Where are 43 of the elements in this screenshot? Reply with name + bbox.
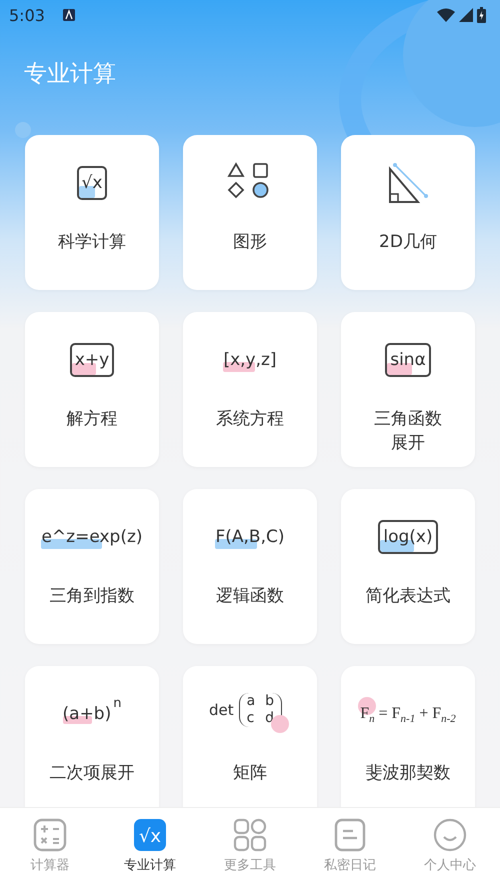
page-title: 专业计算 (23, 60, 117, 89)
tool-card[interactable]: 2D几何 (341, 135, 475, 290)
notification-icon (62, 9, 75, 21)
formula-icon: [x,y,z] (223, 348, 277, 372)
signal-icon (459, 8, 473, 22)
tool-card[interactable]: (a+b)$^{n}$ 二次项展开 (25, 666, 159, 807)
formula-icon: x+y (70, 342, 114, 376)
tool-card[interactable]: sinα 三角函数 展开 (341, 312, 475, 467)
card-label: 2D几何 (379, 231, 437, 254)
grid-icon (233, 818, 267, 852)
note-icon (333, 818, 367, 852)
card-label: 三角到指数 (50, 585, 134, 608)
formula-icon: e^z=exp(z) (41, 524, 143, 548)
card-label: 二次项展开 (50, 762, 134, 785)
formula-icon: √x (76, 166, 108, 200)
card-label: 三角函数 展开 (374, 408, 442, 455)
tool-card[interactable]: F$_{n}$ = F$_{n-1}$ + F$_{n-2}$ 斐波那契数 (341, 666, 475, 807)
card-label: 科学计算 (58, 231, 126, 254)
smiley-icon (433, 818, 467, 852)
card-label: 逻辑函数 (216, 585, 284, 608)
status-time: 5:03 (9, 6, 45, 24)
card-label: 解方程 (66, 408, 118, 431)
card-label: 简化表达式 (366, 585, 450, 608)
tool-card[interactable]: √x 科学计算 (25, 135, 159, 290)
card-label: 系统方程 (216, 408, 284, 431)
formula-icon: sinα (385, 342, 431, 376)
card-label: 斐波那契数 (366, 762, 450, 785)
card-label: 图形 (233, 231, 267, 254)
card-label: 矩阵 (233, 762, 267, 785)
tool-card[interactable]: 图形 (183, 135, 317, 290)
formula-icon: log(x) (378, 520, 438, 554)
nav-tab[interactable]: √x 专业计算 (100, 808, 200, 888)
tool-card[interactable]: log(x) 简化表达式 (341, 489, 475, 644)
tool-card[interactable]: [x,y,z] 系统方程 (183, 312, 317, 467)
triangle-ruler-icon (386, 160, 430, 204)
tool-card[interactable]: x+y 解方程 (25, 312, 159, 467)
battery-icon (477, 7, 486, 23)
tool-card[interactable]: e^z=exp(z) 三角到指数 (25, 489, 159, 644)
wifi-icon (437, 8, 455, 22)
calculator-icon (33, 818, 67, 852)
tool-card[interactable]: F(A,B,C) 逻辑函数 (183, 489, 317, 644)
formula-icon: F(A,B,C) (215, 524, 284, 548)
square-root-icon: √x (133, 818, 167, 852)
